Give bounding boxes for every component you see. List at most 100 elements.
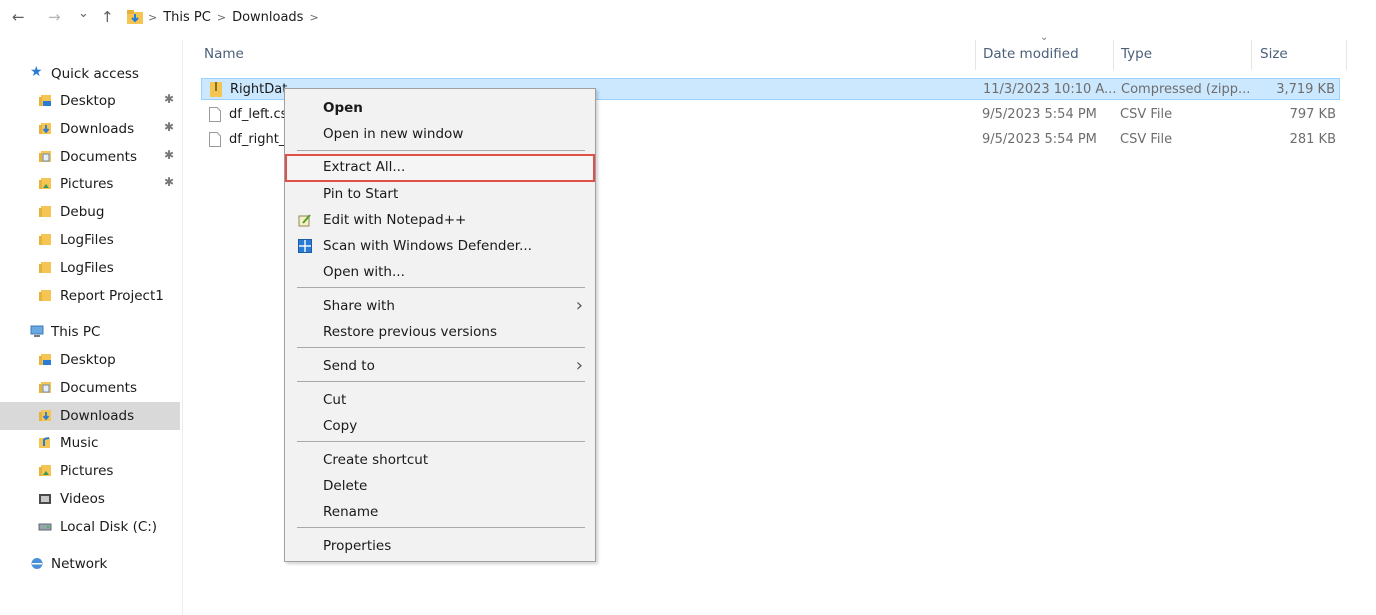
sidebar-item-logfiles[interactable]: LogFiles [0, 254, 180, 282]
sidebar-item-this-pc[interactable]: This PC [0, 318, 180, 346]
column-header-name[interactable]: Name [204, 46, 244, 62]
menu-item-extract-all[interactable]: Extract All... [285, 154, 595, 182]
menu-item-properties[interactable]: Properties [285, 533, 595, 559]
pin-icon: ✱ [164, 147, 175, 162]
column-divider[interactable] [1346, 40, 1347, 70]
sidebar-item-desktop[interactable]: Desktop ✱ [0, 87, 180, 115]
file-icon [209, 132, 221, 147]
menu-item-scan-defender[interactable]: Scan with Windows Defender... [285, 233, 595, 259]
menu-separator [297, 287, 585, 288]
sidebar-item-network[interactable]: Network [0, 550, 180, 578]
breadcrumb-downloads[interactable]: Downloads [232, 10, 303, 25]
up-arrow-icon[interactable]: ↑ [101, 7, 114, 27]
sidebar-item-label: Debug [60, 204, 105, 221]
menu-item-create-shortcut[interactable]: Create shortcut [285, 447, 595, 473]
menu-item-label: Rename [323, 504, 379, 520]
sidebar-item-label: Network [51, 556, 108, 572]
sidebar-item-documents[interactable]: Documents [0, 374, 180, 402]
sidebar-item-local-disk-c[interactable]: Local Disk (C:) [0, 513, 180, 541]
pin-icon: ✱ [164, 119, 175, 134]
folder-icon [39, 289, 51, 301]
menu-separator [297, 527, 585, 528]
menu-item-pin-to-start[interactable]: Pin to Start [285, 181, 595, 207]
sidebar-item-label: Local Disk (C:) [60, 518, 158, 535]
file-date: 9/5/2023 5:54 PM [982, 107, 1097, 122]
sidebar-item-label: Documents [60, 379, 137, 396]
menu-item-restore-versions[interactable]: Restore previous versions [285, 319, 595, 345]
breadcrumb-separator-icon[interactable]: > [309, 11, 318, 24]
sidebar-item-pictures[interactable]: Pictures [0, 457, 180, 485]
menu-item-cut[interactable]: Cut [285, 387, 595, 413]
pin-icon: ✱ [164, 92, 175, 106]
sidebar-item-videos[interactable]: Videos [0, 485, 180, 513]
column-divider[interactable] [1113, 40, 1114, 70]
menu-item-copy[interactable]: Copy [285, 413, 595, 439]
column-divider[interactable] [1251, 40, 1252, 70]
menu-item-share-with[interactable]: Share with › [285, 293, 595, 319]
column-header-type[interactable]: Type [1121, 46, 1152, 62]
back-arrow-icon[interactable]: ← [12, 7, 25, 27]
drive-icon [38, 523, 52, 531]
forward-arrow-icon[interactable]: → [48, 7, 61, 27]
sidebar-item-label: Documents [60, 148, 137, 165]
desktop-folder-icon [39, 95, 51, 106]
sidebar-item-label: Videos [60, 491, 105, 507]
breadcrumb-this-pc[interactable]: This PC [163, 10, 211, 25]
menu-item-edit-notepad[interactable]: Edit with Notepad++ [285, 207, 595, 233]
menu-item-label: Create shortcut [323, 452, 429, 468]
sidebar-item-logfiles[interactable]: LogFiles [0, 226, 180, 254]
column-divider[interactable] [975, 40, 976, 70]
menu-item-label: Extract All... [323, 159, 406, 175]
sidebar-item-documents[interactable]: Documents ✱ [0, 143, 180, 171]
sidebar-item-debug[interactable]: Debug [0, 198, 180, 226]
submenu-chevron-icon: › [575, 355, 583, 376]
recent-locations-icon[interactable]: ⌄ [78, 4, 89, 24]
zip-folder-icon [210, 82, 222, 97]
menu-item-label: Open [323, 100, 363, 116]
menu-separator [297, 150, 585, 151]
menu-item-label: Pin to Start [323, 186, 399, 202]
menu-item-open-with[interactable]: Open with... [285, 259, 595, 285]
file-icon [209, 107, 221, 122]
pictures-folder-icon [39, 178, 51, 190]
menu-item-open[interactable]: Open [285, 95, 595, 121]
menu-separator [297, 381, 585, 382]
star-icon: ★ [30, 64, 43, 80]
column-header-size[interactable]: Size [1260, 46, 1288, 62]
downloads-folder-icon [127, 10, 143, 24]
pane-divider[interactable] [182, 40, 183, 615]
file-size: 797 KB [1289, 107, 1336, 122]
computer-icon [30, 325, 44, 337]
folder-icon [39, 261, 51, 273]
breadcrumb-separator-icon: > [148, 11, 158, 24]
sidebar-item-downloads[interactable]: Downloads [0, 401, 180, 430]
menu-item-delete[interactable]: Delete [285, 473, 595, 499]
file-size: 3,719 KB [1276, 82, 1335, 97]
sidebar-item-label: This PC [51, 324, 101, 340]
menu-item-send-to[interactable]: Send to › [285, 353, 595, 379]
sidebar-item-desktop[interactable]: Desktop [0, 346, 180, 374]
menu-item-label: Open with... [323, 264, 405, 280]
sidebar-item-downloads[interactable]: Downloads ✱ [0, 115, 180, 143]
folder-icon [39, 234, 51, 245]
sidebar-item-pictures[interactable]: Pictures ✱ [0, 170, 180, 198]
breadcrumb-separator-icon: > [216, 11, 227, 24]
context-menu: Open Open in new window Extract All... P… [284, 88, 596, 562]
file-type: CSV File [1120, 107, 1173, 122]
menu-separator [297, 347, 585, 348]
address-bar: ← → ⌄ ↑ > This PC > Downloads > [0, 0, 1376, 34]
music-folder-icon [39, 437, 50, 449]
sidebar-item-label: Pictures [60, 463, 114, 480]
downloads-folder-icon [39, 122, 51, 134]
sidebar-item-music[interactable]: Music [0, 429, 180, 457]
menu-item-label: Delete [323, 478, 368, 494]
menu-item-open-new-window[interactable]: Open in new window [285, 121, 595, 147]
menu-item-label: Copy [323, 418, 358, 434]
menu-item-rename[interactable]: Rename [285, 499, 595, 525]
network-icon [31, 558, 43, 569]
menu-separator [297, 441, 585, 442]
sidebar-item-report-project1[interactable]: Report Project1 [0, 282, 180, 310]
sidebar-item-quick-access[interactable]: ★ Quick access [0, 60, 180, 88]
file-name: df_right_ [229, 132, 286, 147]
column-header-date-modified[interactable]: Date modified [983, 46, 1079, 62]
